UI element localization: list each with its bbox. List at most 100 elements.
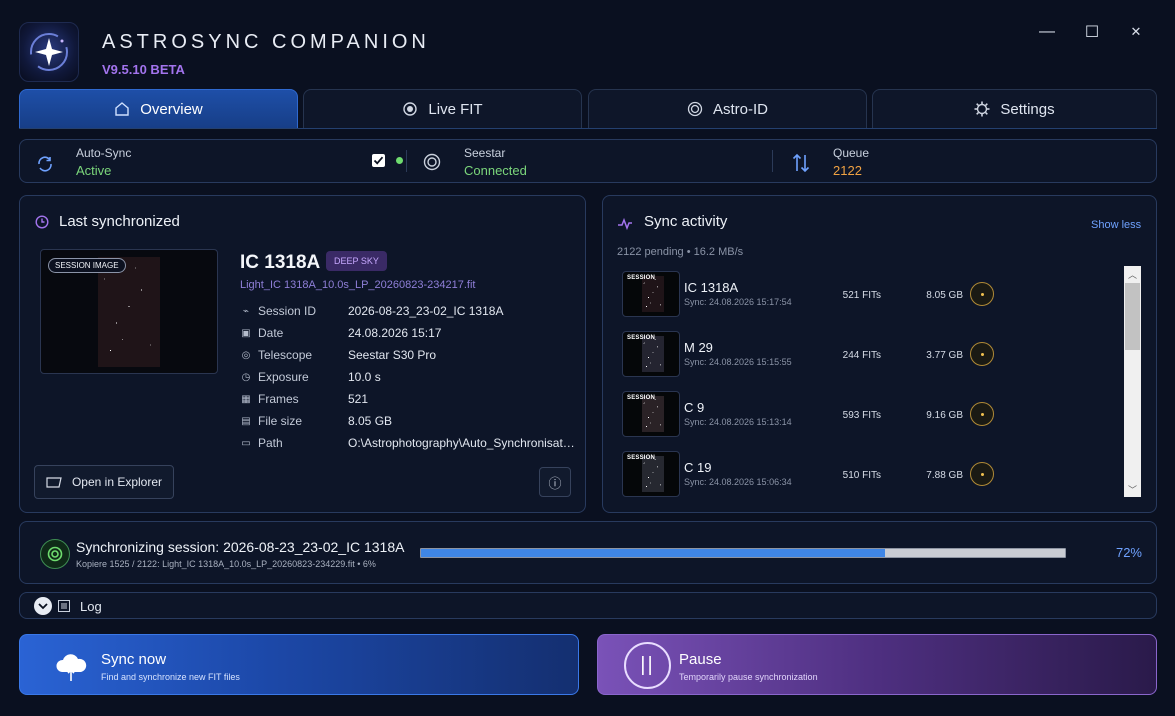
activity-sync-time: Sync: 24.08.2026 15:06:34	[684, 477, 792, 487]
list-item[interactable]: SESSION M 29 Sync: 24.08.2026 15:15:55 2…	[617, 326, 1123, 386]
app-version: V9.5.10 BETA	[102, 62, 185, 77]
status-dot-icon	[970, 342, 994, 366]
close-button[interactable]: ✕	[1121, 20, 1151, 44]
info-button[interactable]: ⓘ	[539, 467, 571, 497]
activity-sync-time: Sync: 24.08.2026 15:15:55	[684, 357, 792, 367]
sync-now-button[interactable]: Sync now Find and synchronize new FIT fi…	[19, 634, 579, 695]
progress-bar-fill	[421, 549, 885, 557]
tab-divider	[19, 128, 1157, 129]
activity-scrollbar[interactable]: ︿ ﹀	[1124, 266, 1141, 497]
thumbnail-tag: SESSION	[627, 455, 656, 461]
status-bar	[19, 139, 1157, 183]
list-item[interactable]: SESSION IC 1318A Sync: 24.08.2026 15:17:…	[617, 266, 1123, 326]
scrollbar-thumb[interactable]	[1125, 283, 1140, 350]
panel-title: Sync activity	[644, 213, 728, 230]
tab-overview[interactable]: Overview	[19, 89, 298, 129]
log-bar[interactable]	[19, 592, 1157, 619]
detail-value: 521	[348, 392, 369, 406]
tab-label: Astro-ID	[712, 100, 768, 118]
clock-icon: ◷	[241, 371, 251, 383]
autosync-status: Active	[76, 163, 112, 178]
detail-frames: ▦ Frames 521	[240, 392, 575, 414]
pause-icon: ||	[624, 642, 671, 689]
minimize-button[interactable]: —	[1032, 20, 1062, 44]
detail-value: 2026-08-23_23-02_IC 1318A	[348, 304, 504, 318]
list-item[interactable]: SESSION C 19 Sync: 24.08.2026 15:06:34 5…	[617, 446, 1123, 498]
detail-key: Telescope	[258, 348, 313, 362]
queue-label: Queue	[833, 146, 870, 160]
session-details: ⌁ Session ID 2026-08-23_23-02_IC 1318A ▣ D…	[240, 304, 575, 458]
chevron-down-icon[interactable]	[34, 597, 52, 615]
app-title: ASTROSYNC COMPANION	[102, 31, 430, 53]
detail-key: Path	[258, 436, 283, 450]
detail-value[interactable]: O:\Astrophotography\Auto_Synchronisati..…	[348, 436, 575, 450]
nebula-image	[98, 257, 160, 367]
sync-progress-icon	[40, 539, 70, 569]
nebula-image	[642, 276, 664, 312]
list-icon	[58, 600, 70, 612]
activity-icon	[618, 217, 632, 231]
activity-sync-time: Sync: 24.08.2026 15:17:54	[684, 297, 792, 307]
logo-star-icon	[30, 33, 68, 71]
starfield-image	[642, 396, 664, 432]
autosync-checkbox[interactable]	[372, 154, 385, 167]
log-label: Log	[80, 599, 102, 614]
clock-icon	[35, 215, 49, 229]
pause-subtitle: Temporarily pause synchronization	[679, 672, 818, 682]
folder-icon	[46, 477, 62, 488]
queue-arrows-icon	[792, 153, 810, 173]
detail-telescope: ◎ Telescope Seestar S30 Pro	[240, 348, 575, 370]
detail-key: Exposure	[258, 370, 309, 384]
seestar-status: Connected	[464, 163, 527, 178]
chevron-glyph	[38, 603, 48, 610]
fit-filename[interactable]: Light_IC 1318A_10.0s_LP_20260823-234217.…	[240, 279, 475, 291]
scroll-up-icon[interactable]: ︿	[1124, 266, 1141, 282]
maximize-button[interactable]: ☐	[1077, 20, 1107, 44]
detail-value: Seestar S30 Pro	[348, 348, 437, 362]
tab-astro-id[interactable]: Astro-ID	[588, 89, 867, 129]
progress-bar	[420, 548, 1066, 558]
disk-icon: ▤	[241, 415, 251, 427]
detail-file-size: ▤ File size 8.05 GB	[240, 414, 575, 436]
autosync-status-dot	[396, 157, 403, 164]
activity-object: C 9	[684, 400, 705, 415]
detail-value: 8.05 GB	[348, 414, 393, 428]
sync-progress-detail: Kopiere 1525 / 2122: Light_IC 1318A_10.0…	[76, 559, 376, 569]
detail-key: Frames	[258, 392, 299, 406]
frames-icon: ▦	[241, 393, 251, 405]
activity-object: M 29	[684, 340, 713, 355]
thumbnail-tag: SESSION	[627, 395, 656, 401]
check-icon	[373, 156, 384, 165]
starfield-image	[642, 336, 664, 372]
session-thumbnail: SESSION	[622, 271, 680, 317]
detail-key: File size	[258, 414, 303, 428]
session-image[interactable]: SESSION IMAGE	[40, 249, 218, 374]
activity-size: 3.77 GB	[926, 350, 963, 361]
detail-value: 24.08.2026 15:17	[348, 326, 442, 340]
calendar-icon: ▣	[241, 327, 251, 339]
detail-value: 10.0 s	[348, 370, 381, 384]
detail-key: Session ID	[258, 304, 317, 318]
thumbnail-tag: SESSION	[627, 335, 656, 341]
open-in-explorer-label: Open in Explorer	[71, 475, 163, 489]
divider	[772, 150, 773, 172]
folder-icon: ▭	[241, 437, 251, 449]
tab-settings[interactable]: Settings	[872, 89, 1157, 129]
open-in-explorer-button[interactable]: Open in Explorer	[34, 465, 174, 499]
tab-label: Overview	[140, 100, 203, 118]
home-icon	[115, 102, 129, 116]
seestar-label: Seestar	[464, 146, 506, 160]
detail-path: ▭ Path O:\Astrophotography\Auto_Synchroni…	[240, 436, 575, 458]
activity-summary: 2122 pending • 16.2 MB/s	[617, 246, 744, 258]
activity-fits: 244 FITs	[842, 350, 881, 361]
list-item[interactable]: SESSION C 9 Sync: 24.08.2026 15:13:14 59…	[617, 386, 1123, 446]
pause-title: Pause	[679, 651, 722, 668]
status-dot-icon	[970, 462, 994, 486]
pause-button[interactable]: || Pause Temporarily pause synchronizati…	[597, 634, 1157, 695]
show-less-link[interactable]: Show less	[1091, 219, 1141, 231]
activity-fits: 593 FITs	[842, 410, 881, 421]
progress-percent: 72%	[1115, 545, 1142, 560]
activity-fits: 510 FITs	[842, 470, 881, 481]
scroll-down-icon[interactable]: ﹀	[1124, 481, 1141, 497]
tab-live-fit[interactable]: Live FIT	[303, 89, 582, 129]
